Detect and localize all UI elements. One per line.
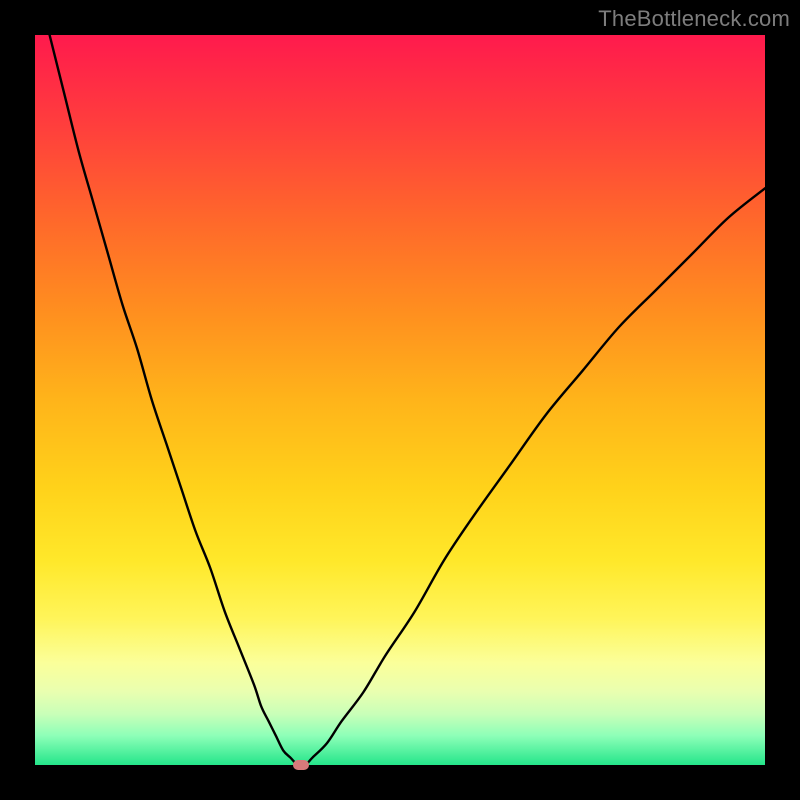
watermark-text: TheBottleneck.com xyxy=(598,6,790,32)
plot-area xyxy=(35,35,765,765)
min-marker xyxy=(293,760,309,770)
chart-frame: TheBottleneck.com xyxy=(0,0,800,800)
bottleneck-curve xyxy=(35,35,765,765)
